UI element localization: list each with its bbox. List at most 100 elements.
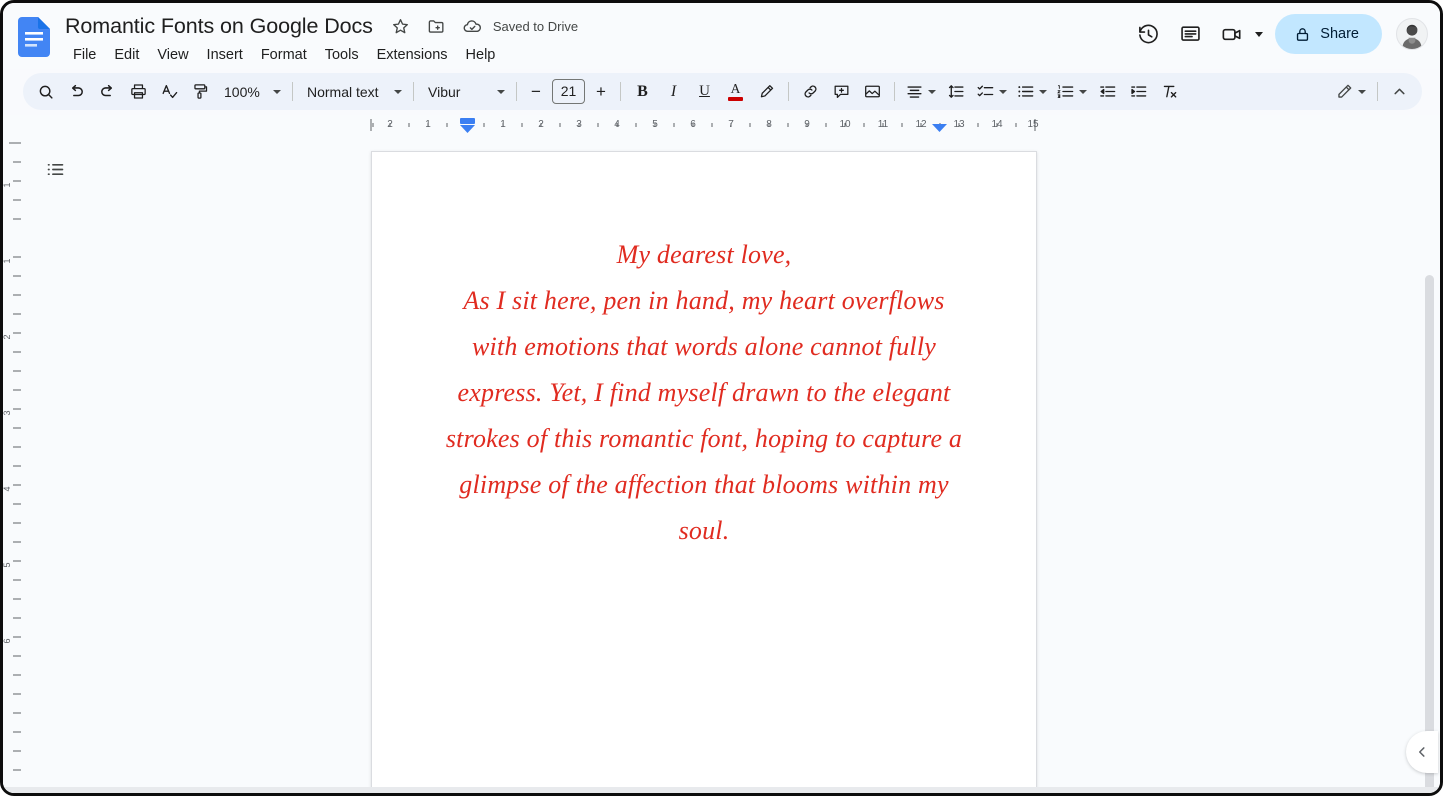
- clear-formatting-icon[interactable]: [1155, 77, 1184, 106]
- checklist-button[interactable]: [972, 77, 1012, 106]
- font-size-stepper: − 21 +: [523, 79, 614, 105]
- add-comment-icon[interactable]: [827, 77, 856, 106]
- insert-link-icon[interactable]: [796, 77, 825, 106]
- checklist-icon: [977, 85, 994, 97]
- increase-font-size-button[interactable]: +: [588, 79, 614, 105]
- toolbar-divider: [620, 82, 621, 101]
- highlight-pen-icon[interactable]: [752, 77, 781, 106]
- svg-text:10: 10: [839, 119, 851, 130]
- bold-button[interactable]: B: [628, 77, 657, 106]
- paint-format-icon[interactable]: [186, 77, 215, 106]
- font-size-input[interactable]: 21: [552, 79, 585, 104]
- cloud-saved-icon[interactable]: [462, 15, 484, 37]
- text-color-button[interactable]: A: [721, 77, 750, 106]
- menu-format[interactable]: Format: [252, 44, 316, 66]
- svg-text:9: 9: [804, 119, 810, 130]
- bold-label: B: [637, 82, 648, 100]
- meet-control[interactable]: [1211, 13, 1269, 55]
- user-avatar[interactable]: [1396, 18, 1428, 50]
- align-center-button[interactable]: [901, 77, 941, 106]
- vertical-scrollbar[interactable]: [1424, 275, 1436, 793]
- zoom-level-label: 100%: [224, 83, 260, 100]
- font-family-dropdown[interactable]: Vibur: [420, 78, 510, 106]
- svg-text:3: 3: [576, 119, 582, 130]
- undo-icon[interactable]: [62, 77, 91, 106]
- svg-text:13: 13: [953, 119, 965, 130]
- menu-edit[interactable]: Edit: [105, 44, 148, 66]
- star-outline-icon[interactable]: [390, 15, 412, 37]
- bulleted-list-button[interactable]: [1012, 77, 1052, 106]
- toolbar-divider: [413, 82, 414, 101]
- title-row: Romantic Fonts on Google Docs Saved to D…: [62, 11, 578, 41]
- svg-text:11: 11: [878, 119, 889, 130]
- redo-icon[interactable]: [93, 77, 122, 106]
- text-color-label: A: [730, 81, 741, 97]
- underline-label: U: [699, 83, 710, 99]
- decrease-indent-icon[interactable]: [1093, 77, 1122, 106]
- side-panel-toggle[interactable]: [1406, 731, 1438, 773]
- spellcheck-icon[interactable]: [155, 77, 184, 106]
- document-body[interactable]: My dearest love, As I sit here, pen in h…: [372, 152, 1036, 554]
- chevron-down-icon: [1039, 89, 1047, 94]
- italic-button[interactable]: I: [659, 77, 688, 106]
- vertical-ruler[interactable]: 1 1 2 3 4 5 6: [3, 135, 25, 793]
- chevron-left-icon: [1419, 747, 1425, 757]
- document-page[interactable]: My dearest love, As I sit here, pen in h…: [371, 151, 1037, 793]
- horizontal-ruler[interactable]: 2 1 1 2 3 4 5 6 7 8 9 10 11 12 13 14 15: [3, 115, 1440, 135]
- document-title[interactable]: Romantic Fonts on Google Docs: [62, 12, 376, 41]
- menu-file[interactable]: File: [64, 44, 105, 66]
- insert-image-icon[interactable]: [858, 77, 887, 106]
- chevron-down-icon: [1358, 89, 1366, 94]
- menu-help[interactable]: Help: [457, 44, 505, 66]
- menu-view[interactable]: View: [148, 44, 197, 66]
- save-status: Saved to Drive: [492, 18, 579, 34]
- svg-text:2: 2: [538, 119, 544, 130]
- align-center-icon: [907, 86, 922, 98]
- google-docs-logo[interactable]: [18, 17, 50, 57]
- document-salutation[interactable]: My dearest love,: [444, 232, 964, 278]
- svg-text:5: 5: [3, 562, 12, 567]
- toolbar-divider: [788, 82, 789, 101]
- print-icon[interactable]: [124, 77, 153, 106]
- chevron-down-icon: [1079, 89, 1087, 94]
- document-paragraph[interactable]: As I sit here, pen in hand, my heart ove…: [444, 278, 964, 554]
- increase-indent-icon[interactable]: [1124, 77, 1153, 106]
- toolbar-divider: [894, 82, 895, 101]
- line-spacing-icon[interactable]: [942, 77, 971, 106]
- svg-text:12: 12: [915, 119, 927, 130]
- app-header: Romantic Fonts on Google Docs Saved to D…: [3, 3, 1440, 69]
- editing-mode-button[interactable]: [1331, 77, 1371, 106]
- chevron-up-icon[interactable]: [1385, 77, 1414, 106]
- numbered-list-button[interactable]: [1052, 77, 1092, 106]
- svg-text:6: 6: [690, 119, 696, 130]
- menu-insert[interactable]: Insert: [198, 44, 252, 66]
- underline-button[interactable]: U: [690, 77, 719, 106]
- right-indent-marker: [932, 124, 947, 132]
- svg-text:1: 1: [500, 119, 506, 130]
- chevron-down-icon[interactable]: [1255, 31, 1264, 37]
- scrollbar-thumb[interactable]: [1425, 275, 1434, 793]
- zoom-level-dropdown[interactable]: 100%: [216, 78, 286, 106]
- menu-extensions[interactable]: Extensions: [368, 44, 457, 66]
- version-history-icon[interactable]: [1127, 13, 1169, 55]
- share-button[interactable]: Share: [1275, 14, 1382, 54]
- svg-text:3: 3: [3, 410, 12, 415]
- decrease-font-size-button[interactable]: −: [523, 79, 549, 105]
- formatting-toolbar: 100% Normal text Vibur − 21 + B I U A: [23, 73, 1422, 110]
- search-icon[interactable]: [31, 77, 60, 106]
- paragraph-style-dropdown[interactable]: Normal text: [299, 78, 407, 106]
- toolbar-divider: [1377, 82, 1378, 101]
- move-to-folder-icon[interactable]: [426, 15, 448, 37]
- video-camera-icon[interactable]: [1211, 13, 1253, 55]
- pencil-editing-icon: [1338, 84, 1352, 98]
- toolbar-divider: [292, 82, 293, 101]
- svg-text:1: 1: [3, 182, 12, 187]
- document-outline-icon[interactable]: [39, 153, 71, 185]
- svg-text:14: 14: [991, 119, 1003, 130]
- font-family-label: Vibur: [428, 83, 461, 100]
- comment-icon[interactable]: [1169, 13, 1211, 55]
- svg-text:15: 15: [1027, 119, 1039, 130]
- menu-tools[interactable]: Tools: [316, 44, 368, 66]
- chevron-down-icon: [497, 89, 505, 94]
- header-actions: Share: [1127, 13, 1434, 55]
